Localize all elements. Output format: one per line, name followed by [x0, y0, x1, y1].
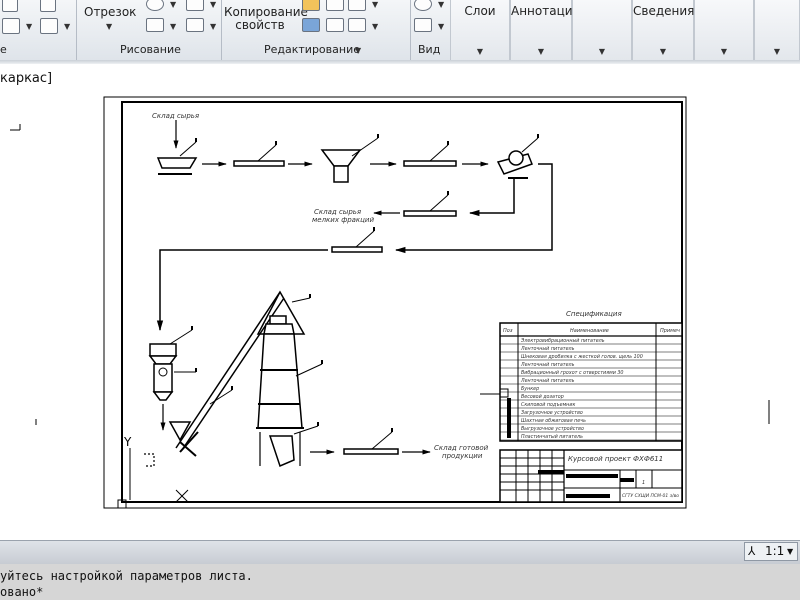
chevron-down-icon[interactable]: ▼ — [210, 0, 216, 9]
feeder-1 — [156, 157, 198, 169]
annotation-scale-icon: ⅄ — [748, 544, 756, 558]
tab-info-label: Сведения — [633, 4, 695, 18]
chevron-down-icon[interactable]: ▼ — [438, 0, 444, 9]
panel-title-draw: Рисование — [120, 43, 181, 56]
label-finished-2: продукции — [442, 452, 483, 460]
table-icon[interactable] — [2, 18, 20, 34]
spec-row-name: Ленточный питатель — [520, 362, 575, 368]
chevron-down-icon: ▼ — [476, 47, 484, 56]
drawing-canvas[interactable]: Склад сырья Склад сырья мелких фракций С… — [0, 64, 800, 540]
tab-layers-label: Слои — [464, 4, 496, 18]
chevron-down-icon: ▼ — [787, 547, 794, 556]
chevron-down-icon: ▼ — [537, 47, 545, 56]
spec-row-name: Загрузочное устройство — [521, 410, 583, 416]
stamp-org: СГТУ СХЩИ ПСМ-01 з/во — [622, 493, 679, 499]
array-icon[interactable] — [302, 18, 320, 32]
chevron-down-icon: ▼ — [598, 47, 606, 56]
zoom-extents-icon[interactable] — [414, 18, 432, 32]
label-fine-fractions-2: мелких фракций — [312, 216, 374, 224]
chevron-down-icon[interactable]: ▼ — [438, 22, 444, 31]
chevron-down-icon[interactable]: ▼ — [372, 0, 378, 9]
tab-info[interactable]: Сведения ▼ — [632, 0, 694, 60]
rectangle-icon[interactable] — [146, 18, 164, 32]
orbit-icon[interactable] — [414, 0, 432, 11]
mirror-icon[interactable] — [326, 18, 344, 32]
panel-title-modify[interactable]: Редактирование — [264, 42, 360, 58]
box-icon[interactable] — [40, 0, 56, 12]
title-block: Курсовой проект ФХФ611 1 СГТУ СХЩИ ПСМ-0… — [499, 449, 683, 503]
spec-header-note: Примеч — [660, 328, 680, 334]
offset-icon[interactable] — [348, 18, 366, 32]
chevron-down-icon[interactable]: ▼ — [210, 22, 216, 31]
chevron-down-icon: ▼ — [720, 47, 728, 56]
ucs-axis-y: Y — [123, 435, 132, 449]
pencil-icon[interactable] — [302, 0, 320, 11]
ribbon: ▼ ▼ е Отрезок ▼ ▼ ▼ ▼ ▼ Рисование Копиро… — [0, 0, 800, 61]
annotation-scale-value: 1:1 — [765, 544, 785, 558]
panel-title-view: Вид — [418, 43, 441, 56]
spec-row-name: Выгрузочное устройство — [521, 426, 584, 432]
command-history-line-2: овано* — [0, 585, 44, 599]
spec-row-name: Ленточный питатель — [520, 346, 575, 352]
label-raw-warehouse: Склад сырья — [152, 112, 199, 120]
spec-row-name: Весовой дозатор — [521, 394, 564, 400]
status-bar — [0, 540, 800, 564]
spec-row-name: Пластинчатый питатель — [521, 434, 583, 440]
rotate-icon[interactable] — [326, 0, 344, 11]
chevron-down-icon[interactable]: ▼ — [355, 46, 361, 55]
chevron-down-icon[interactable]: ▼ — [170, 22, 176, 31]
segment-button[interactable]: Отрезок — [84, 6, 136, 19]
spec-row-name: Бункер — [521, 386, 539, 392]
tab-annotations-label: Аннотации — [511, 4, 581, 18]
spec-row-name: Электровибрационный питатель — [520, 338, 605, 344]
tab-extra-2[interactable]: ▼ — [754, 0, 800, 60]
stamp-sheet: 1 — [642, 480, 645, 486]
copy-properties-button[interactable]: Копирование свойств — [224, 6, 308, 32]
separator — [410, 0, 411, 60]
spec-row-name: Вибрационный грохот с отверстиями 30 — [521, 370, 623, 376]
cube-icon[interactable] — [40, 18, 58, 34]
spec-row-name: Шахтная обжиговая печь — [521, 418, 586, 424]
chevron-down-icon[interactable]: ▼ — [170, 0, 176, 9]
label-fine-fractions-1: Склад сырья — [314, 208, 361, 216]
tab-annotations[interactable]: Аннотации ▼ — [510, 0, 581, 60]
hatch-icon[interactable] — [2, 0, 18, 12]
arc-icon[interactable] — [186, 0, 204, 11]
stamp-title: Курсовой проект ФХФ611 — [568, 455, 663, 463]
spec-title: Спецификация — [566, 310, 622, 318]
chevron-down-icon[interactable]: ▼ — [26, 22, 32, 31]
specification-table: Спецификация Поз Наименование Примеч Эле… — [499, 310, 683, 442]
label-finished-1: Склад готовой — [434, 444, 489, 452]
spec-row-name: Скиповой подъемник — [521, 402, 575, 408]
separator — [76, 0, 77, 60]
spec-header-name: Наименование — [570, 328, 609, 334]
spec-row-name: Шнековая дробилка с жесткой голов. щель … — [521, 354, 643, 360]
chevron-down-icon[interactable]: ▼ — [372, 22, 378, 31]
chevron-down-icon[interactable]: ▼ — [64, 22, 70, 31]
chevron-down-icon: ▼ — [659, 47, 667, 56]
tab-extra[interactable]: ▼ — [694, 0, 754, 60]
copy-properties-label-2: свойств — [235, 18, 285, 32]
chevron-down-icon: ▼ — [773, 47, 781, 56]
hatch-pattern-icon[interactable] — [186, 18, 204, 32]
spec-header-pos: Поз — [503, 328, 513, 334]
circle-icon[interactable] — [146, 0, 164, 11]
annotation-scale-button[interactable]: ⅄ 1:1 ▼ — [744, 542, 798, 561]
tab-unnamed[interactable]: ▼ — [572, 0, 632, 60]
tab-layers[interactable]: Слои ▼ — [450, 0, 510, 60]
panel-title-partial: е — [0, 43, 7, 56]
command-line[interactable]: уйтесь настройкой параметров листа. ован… — [0, 564, 800, 600]
separator — [221, 0, 222, 60]
command-history-line-1: уйтесь настройкой параметров листа. — [0, 569, 253, 583]
copy-icon[interactable] — [348, 0, 366, 11]
spec-row-name: Ленточный питатель — [520, 378, 575, 384]
chevron-down-icon[interactable]: ▼ — [106, 22, 112, 31]
